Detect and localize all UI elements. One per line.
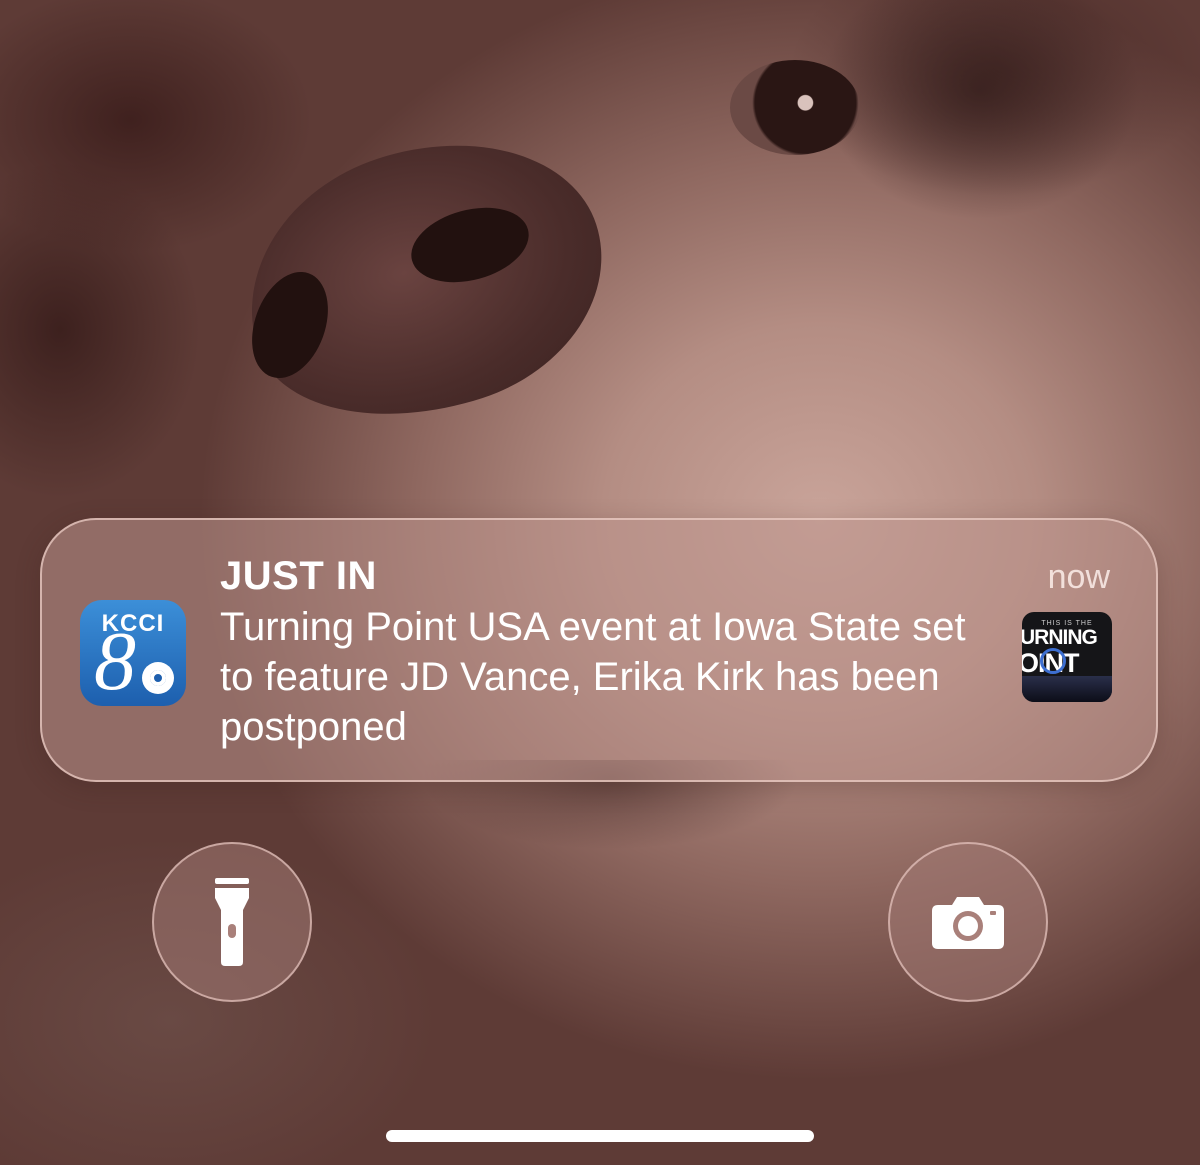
thumbnail-text-line1: URNING	[1022, 626, 1098, 649]
kcci-app-icon: KCCI 8	[80, 600, 186, 706]
thumbnail-crowd	[1022, 676, 1112, 702]
wallpaper-dog-eye-patch	[820, 0, 1140, 220]
notification-thumbnail: THIS IS THE URNING OINT	[1022, 612, 1112, 702]
wallpaper-dog-eye	[730, 60, 860, 155]
flashlight-icon	[215, 878, 249, 966]
news-notification[interactable]: KCCI 8 JUST IN Turning Point USA event a…	[40, 518, 1158, 782]
cbs-eye-icon	[142, 662, 174, 694]
camera-button[interactable]	[888, 842, 1048, 1002]
app-icon-numeral: 8	[94, 615, 136, 706]
wallpaper-dog-nose	[213, 100, 637, 460]
camera-icon	[932, 897, 1004, 949]
notification-timestamp: now	[1047, 558, 1110, 596]
notification-title: JUST IN	[220, 554, 377, 598]
notification-body: Turning Point USA event at Iowa State se…	[220, 605, 966, 749]
home-indicator[interactable]	[386, 1130, 814, 1142]
thumbnail-logo-ring	[1040, 648, 1066, 674]
flashlight-button[interactable]	[152, 842, 312, 1002]
